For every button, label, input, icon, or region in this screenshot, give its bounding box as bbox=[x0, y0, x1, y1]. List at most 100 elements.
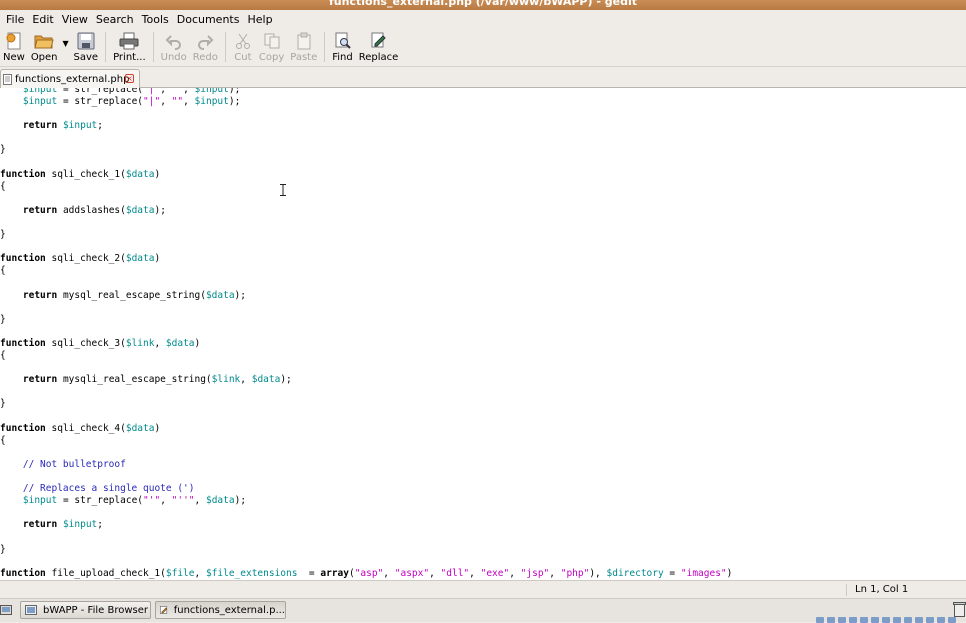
tray-icon[interactable] bbox=[915, 617, 923, 623]
code-line[interactable]: { bbox=[0, 435, 732, 447]
redo-button[interactable]: Redo bbox=[190, 29, 221, 65]
code-line[interactable]: ​ bbox=[0, 326, 732, 338]
code-line[interactable]: { bbox=[0, 265, 732, 277]
tray-icon[interactable] bbox=[849, 617, 857, 623]
tray-icon[interactable] bbox=[816, 617, 824, 623]
code-line[interactable]: return $input; bbox=[0, 120, 732, 132]
menu-search[interactable]: Search bbox=[92, 13, 138, 26]
code-line[interactable]: ​ bbox=[0, 471, 732, 483]
cut-button[interactable]: Cut bbox=[230, 29, 256, 65]
tray-icon[interactable] bbox=[948, 617, 956, 623]
code-line[interactable]: ​ bbox=[0, 157, 732, 169]
code-line[interactable]: ​ bbox=[0, 447, 732, 459]
code-line[interactable]: ​ bbox=[0, 556, 732, 568]
code-line[interactable]: $input = str_replace("'", "''", $data); bbox=[0, 495, 732, 507]
new-button[interactable]: New bbox=[0, 29, 28, 65]
code-line[interactable]: function sqli_check_1($data) bbox=[0, 169, 732, 181]
code-line[interactable]: ​ bbox=[0, 386, 732, 398]
window-titlebar[interactable]: functions_external.php (/var/www/bWAPP) … bbox=[0, 0, 966, 10]
menu-file[interactable]: File bbox=[2, 13, 28, 26]
window-title: functions_external.php (/var/www/bWAPP) … bbox=[329, 0, 637, 8]
code-line[interactable]: ​ bbox=[0, 362, 732, 374]
tray-icon[interactable] bbox=[893, 617, 901, 623]
open-recent-dropdown[interactable]: ▼ bbox=[61, 29, 71, 65]
code-line[interactable]: ​ bbox=[0, 132, 732, 144]
print-button[interactable]: Print... bbox=[110, 29, 149, 65]
menu-edit[interactable]: Edit bbox=[28, 13, 57, 26]
menu-bar: File Edit View Search Tools Documents He… bbox=[0, 10, 966, 29]
toolbar: New Open ▼ Save Print... Undo Redo Cut C… bbox=[0, 29, 966, 67]
code-line[interactable]: ​ bbox=[0, 278, 732, 290]
code-line[interactable]: } bbox=[0, 398, 732, 410]
menu-view[interactable]: View bbox=[58, 13, 92, 26]
save-button[interactable]: Save bbox=[71, 29, 102, 65]
code-editor[interactable]: $input = str_replace("|", "", $input); $… bbox=[0, 88, 966, 581]
code-line[interactable]: } bbox=[0, 229, 732, 241]
tray-icon[interactable] bbox=[882, 617, 890, 623]
code-line[interactable]: ​ bbox=[0, 241, 732, 253]
code-line[interactable]: return mysqli_real_escape_string($link, … bbox=[0, 374, 732, 386]
replace-button[interactable]: Replace bbox=[356, 29, 402, 65]
code-text[interactable]: $input = str_replace("|", "", $input); $… bbox=[0, 88, 732, 580]
open-button[interactable]: Open bbox=[28, 29, 61, 65]
new-label: New bbox=[3, 52, 25, 63]
code-line[interactable]: ​ bbox=[0, 302, 732, 314]
replace-icon bbox=[369, 31, 389, 51]
undo-button[interactable]: Undo bbox=[158, 29, 190, 65]
code-line[interactable]: } bbox=[0, 544, 732, 556]
printer-icon bbox=[119, 31, 139, 51]
code-line[interactable]: function sqli_check_4($data) bbox=[0, 423, 732, 435]
redo-icon bbox=[195, 31, 215, 51]
code-line[interactable]: // Not bulletproof bbox=[0, 459, 732, 471]
code-line[interactable]: function file_upload_check_1($file, $fil… bbox=[0, 568, 732, 580]
undo-label: Undo bbox=[160, 52, 187, 63]
code-line[interactable]: $input = str_replace("|", "", $input); bbox=[0, 96, 732, 108]
tray-icon[interactable] bbox=[937, 617, 945, 623]
code-line[interactable]: ​ bbox=[0, 531, 732, 543]
code-line[interactable]: return addslashes($data); bbox=[0, 205, 732, 217]
code-line[interactable]: } bbox=[0, 314, 732, 326]
tab-functions-external[interactable]: functions_external.php × bbox=[0, 69, 140, 88]
code-line[interactable]: ​ bbox=[0, 507, 732, 519]
close-tab-icon[interactable]: × bbox=[125, 74, 134, 83]
document-tab-bar: functions_external.php × bbox=[0, 68, 966, 88]
menu-documents[interactable]: Documents bbox=[173, 13, 244, 26]
taskbar-item-label: functions_external.p... bbox=[173, 604, 285, 616]
tray-icon[interactable] bbox=[827, 617, 835, 623]
code-line[interactable]: ​ bbox=[0, 411, 732, 423]
copy-button[interactable]: Copy bbox=[256, 29, 287, 65]
tray-icon[interactable] bbox=[926, 617, 934, 623]
system-tray bbox=[816, 617, 956, 623]
code-line[interactable]: return mysql_real_escape_string($data); bbox=[0, 290, 732, 302]
tray-icon[interactable] bbox=[860, 617, 868, 623]
code-line[interactable]: function sqli_check_2($data) bbox=[0, 253, 732, 265]
tray-icon[interactable] bbox=[904, 617, 912, 623]
menu-tools[interactable]: Tools bbox=[138, 13, 173, 26]
code-line[interactable]: $input = str_replace("|", "", $input); bbox=[0, 88, 732, 96]
tray-icon[interactable] bbox=[838, 617, 846, 623]
code-line[interactable]: // Replaces a single quote (') bbox=[0, 483, 732, 495]
paste-button[interactable]: Paste bbox=[287, 29, 320, 65]
tab-label: functions_external.php bbox=[15, 73, 130, 85]
show-desktop-icon[interactable] bbox=[0, 603, 12, 617]
code-line[interactable]: function sqli_check_3($link, $data) bbox=[0, 338, 732, 350]
trash-icon[interactable] bbox=[953, 601, 966, 617]
taskbar-item-gedit[interactable]: functions_external.p... bbox=[155, 601, 286, 619]
code-line[interactable]: { bbox=[0, 350, 732, 362]
code-line[interactable]: { bbox=[0, 181, 732, 193]
toolbar-separator bbox=[224, 32, 226, 62]
folder-open-icon bbox=[34, 31, 54, 51]
find-button[interactable]: Find bbox=[329, 29, 356, 65]
code-line[interactable]: ​ bbox=[0, 108, 732, 120]
save-icon bbox=[76, 31, 96, 51]
toolbar-separator bbox=[324, 32, 326, 62]
code-line[interactable]: ​ bbox=[0, 193, 732, 205]
taskbar-item-file-browser[interactable]: bWAPP - File Browser bbox=[20, 601, 151, 619]
code-line[interactable]: } bbox=[0, 144, 732, 156]
open-label: Open bbox=[30, 52, 58, 63]
code-line[interactable]: return $input; bbox=[0, 519, 732, 531]
code-line[interactable]: ​ bbox=[0, 217, 732, 229]
redo-label: Redo bbox=[192, 52, 218, 63]
tray-icon[interactable] bbox=[871, 617, 879, 623]
menu-help[interactable]: Help bbox=[243, 13, 276, 26]
